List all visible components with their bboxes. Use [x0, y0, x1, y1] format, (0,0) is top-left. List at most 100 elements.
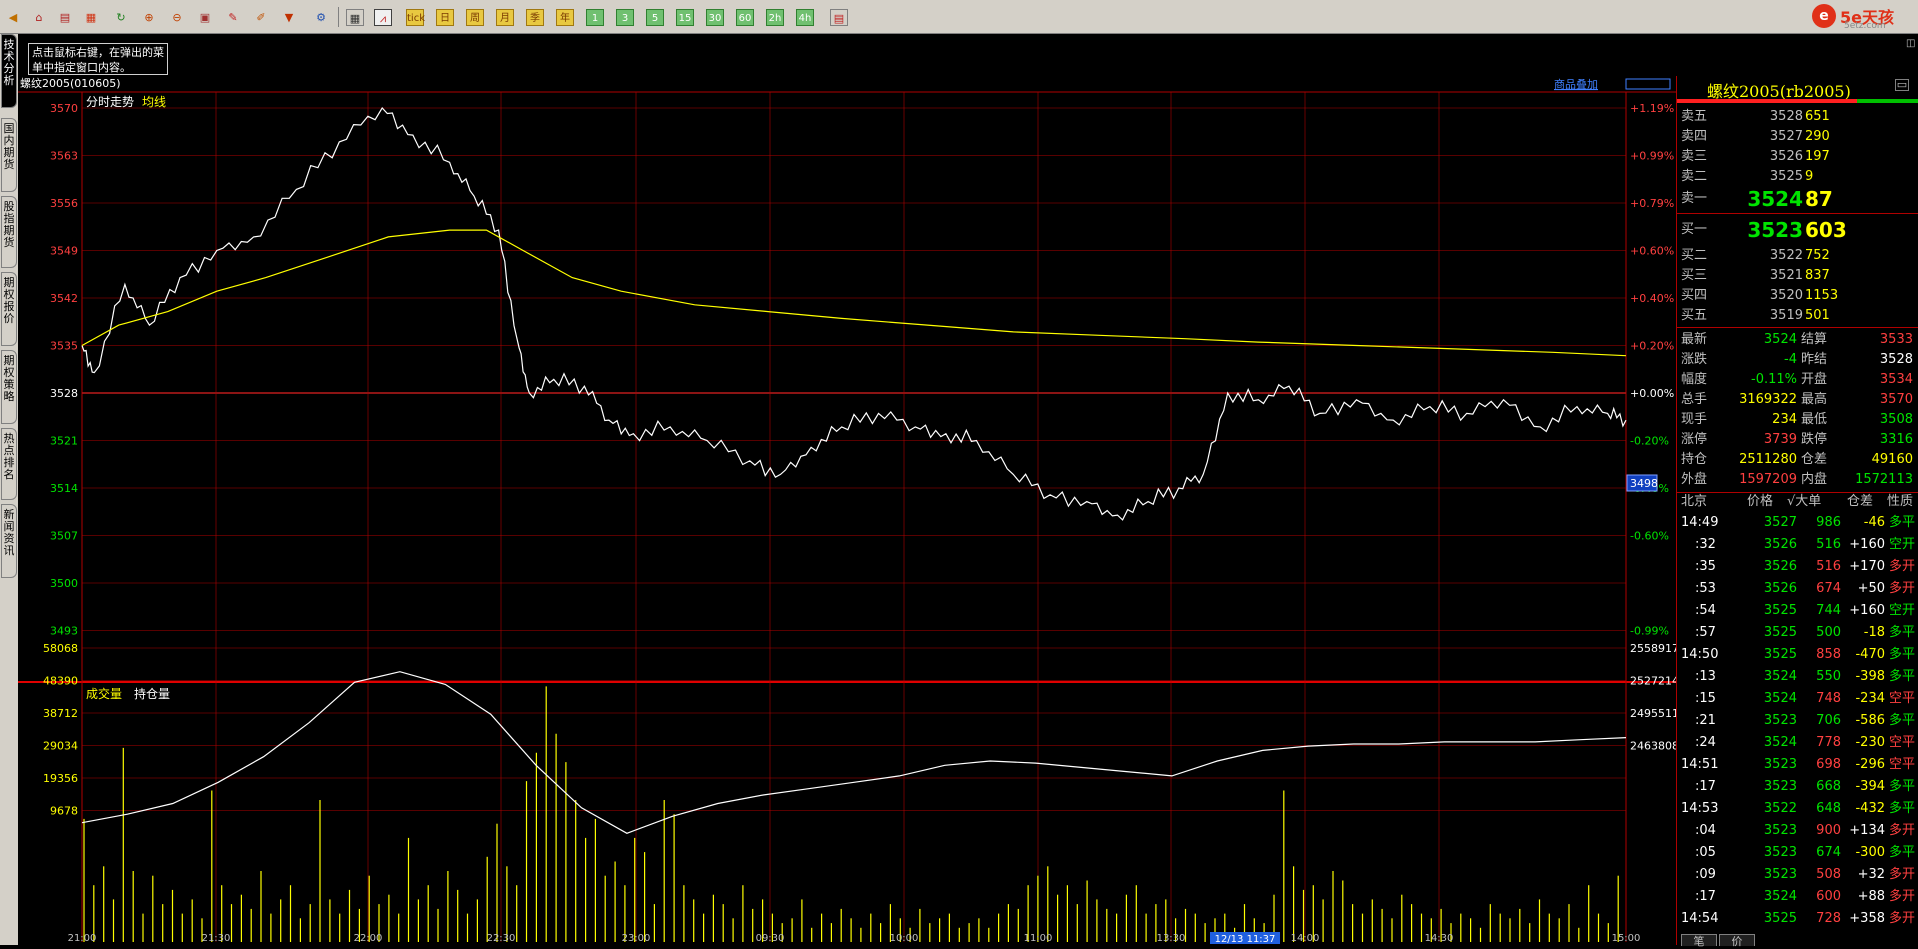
side-tab-3[interactable]: 期权报价: [1, 272, 17, 346]
period-button-6[interactable]: 1: [586, 9, 604, 26]
ask-label: 卖五: [1681, 109, 1708, 124]
bid-price: 3519: [1769, 308, 1803, 323]
filter-icon[interactable]: ▼: [280, 9, 298, 26]
tick-time: :21: [1695, 713, 1716, 728]
bid-label: 买三: [1681, 268, 1708, 283]
chart-area[interactable]: 螺纹2005(010605) 商品叠加 3570 +1.19% 3563 +0.99% 35…: [18, 76, 1679, 945]
bid-label: 买一: [1681, 222, 1708, 237]
price-tick-label: 3500: [50, 577, 78, 590]
time-tick-label: 23:00: [622, 933, 651, 944]
period-button-4[interactable]: 季: [526, 9, 544, 26]
period-button-2[interactable]: 周: [466, 9, 484, 26]
period-button-9[interactable]: 15: [676, 9, 694, 26]
period-button-11[interactable]: 60: [736, 9, 754, 26]
tick-time: 14:50: [1681, 647, 1719, 662]
tick-volume: 648: [1816, 801, 1841, 816]
period-button-3[interactable]: 月: [496, 9, 514, 26]
stat-row: 最新 3524 结算 3533: [1677, 330, 1918, 350]
footer-tab-1[interactable]: 价: [1719, 934, 1755, 948]
stat-label: 持仓: [1681, 452, 1708, 467]
f10-icon[interactable]: ▦: [82, 9, 100, 26]
period-button-0[interactable]: tick: [406, 9, 425, 26]
tick-oi: +88: [1857, 889, 1885, 904]
tick-time: :17: [1695, 779, 1716, 794]
price-tick-label: 3521: [50, 435, 78, 448]
side-tab-1[interactable]: 国内期货: [1, 118, 17, 192]
price-tick-label: 3507: [50, 530, 78, 543]
bid-row: 买一 3523 603: [1677, 220, 1918, 240]
tick-oi: +358: [1849, 911, 1885, 926]
side-tabs: 技术分析国内期货股指期货期权报价期权策略热点排名新闻资讯: [0, 34, 18, 945]
home-icon[interactable]: ⌂: [30, 9, 48, 26]
side-tab-6[interactable]: 新闻资讯: [1, 504, 17, 578]
ask-price: 3524: [1747, 187, 1803, 211]
tick-volume: 858: [1816, 647, 1841, 662]
tick-price: 3524: [1763, 889, 1797, 904]
intraday-chart[interactable]: 螺纹2005(010605) 商品叠加 3570 +1.19% 3563 +0.99% 35…: [18, 76, 1679, 945]
draw-pen-icon[interactable]: ✎: [224, 9, 242, 26]
time-tick-label: 21:00: [68, 933, 97, 944]
chart-view-icon[interactable]: ⩘: [374, 9, 392, 26]
quote-list-icon[interactable]: ▤: [56, 9, 74, 26]
tick-price: 3524: [1763, 691, 1797, 706]
stat-value: 1572113: [1855, 472, 1913, 487]
refresh-icon[interactable]: ↻: [112, 9, 130, 26]
bid-label: 买二: [1681, 248, 1708, 263]
side-tab-5[interactable]: 热点排名: [1, 428, 17, 500]
side-tab-4[interactable]: 期权策略: [1, 350, 17, 424]
period-button-5[interactable]: 年: [556, 9, 574, 26]
tick-time: :57: [1695, 625, 1716, 640]
stat-label: 涨跌: [1681, 352, 1708, 367]
time-tick-label: 14:30: [1425, 933, 1454, 944]
tick-nature: 多平: [1889, 801, 1916, 816]
tick-oi: -394: [1855, 779, 1885, 794]
tick-volume: 706: [1816, 713, 1841, 728]
zoom-in-icon[interactable]: ⊕: [140, 9, 158, 26]
bid-volume: 752: [1805, 248, 1830, 263]
price-tick-label: 3563: [50, 150, 78, 163]
footer-tab-0[interactable]: 笔: [1681, 934, 1717, 948]
price-tick-label: 3570: [50, 102, 78, 115]
side-tab-0[interactable]: 技术分析: [1, 34, 17, 108]
tick-header-volume: √大单: [1787, 494, 1822, 509]
side-tab-2[interactable]: 股指期货: [1, 196, 17, 268]
notes-icon[interactable]: ▤: [830, 9, 848, 26]
ask-volume: 197: [1805, 149, 1830, 164]
stat-label: 开盘: [1801, 372, 1828, 387]
bid-row: 买五 3519 501: [1677, 306, 1918, 326]
window-icon[interactable]: ▣: [196, 9, 214, 26]
period-button-12[interactable]: 2h: [766, 9, 784, 26]
ask-row: 卖五 3528 651: [1677, 107, 1918, 127]
tick-time: :17: [1695, 889, 1716, 904]
tick-time: 14:53: [1681, 801, 1719, 816]
bid-row: 买三 3521 837: [1677, 266, 1918, 286]
tick-volume: 778: [1816, 735, 1841, 750]
book-separator: [1677, 327, 1918, 328]
tick-time: :09: [1695, 867, 1716, 882]
tick-oi: -470: [1855, 647, 1885, 662]
zoom-out-icon[interactable]: ⊖: [168, 9, 186, 26]
stat-value: 3739: [1763, 432, 1797, 447]
period-button-10[interactable]: 30: [706, 9, 724, 26]
tick-row: :21 3523 706 -586 多平: [1677, 711, 1918, 731]
period-button-7[interactable]: 3: [616, 9, 634, 26]
expand-panel-icon[interactable]: ◫: [1906, 38, 1915, 49]
tick-time: :53: [1695, 581, 1716, 596]
price-tick-label: 3528: [50, 387, 78, 400]
volume-tick-label: 29034: [43, 740, 78, 753]
tick-price: 3525: [1763, 911, 1797, 926]
tick-oi: +170: [1849, 559, 1885, 574]
back-arrow-icon[interactable]: ◀: [4, 9, 22, 26]
stat-row: 总手 3169322 最高 3570: [1677, 390, 1918, 410]
panel-toggle-icon[interactable]: ▭: [1895, 79, 1909, 91]
table-view-icon[interactable]: ▦: [346, 9, 364, 26]
quote-header: 螺纹2005(rb2005) ▭: [1677, 76, 1918, 104]
ask-volume: 9: [1805, 169, 1814, 184]
period-button-13[interactable]: 4h: [796, 9, 814, 26]
indicator-icon[interactable]: ⚙: [312, 9, 330, 26]
period-button-1[interactable]: 日: [436, 9, 454, 26]
tick-oi: -234: [1855, 691, 1885, 706]
tick-oi: -300: [1855, 845, 1885, 860]
paint-icon[interactable]: ✐: [252, 9, 270, 26]
period-button-8[interactable]: 5: [646, 9, 664, 26]
